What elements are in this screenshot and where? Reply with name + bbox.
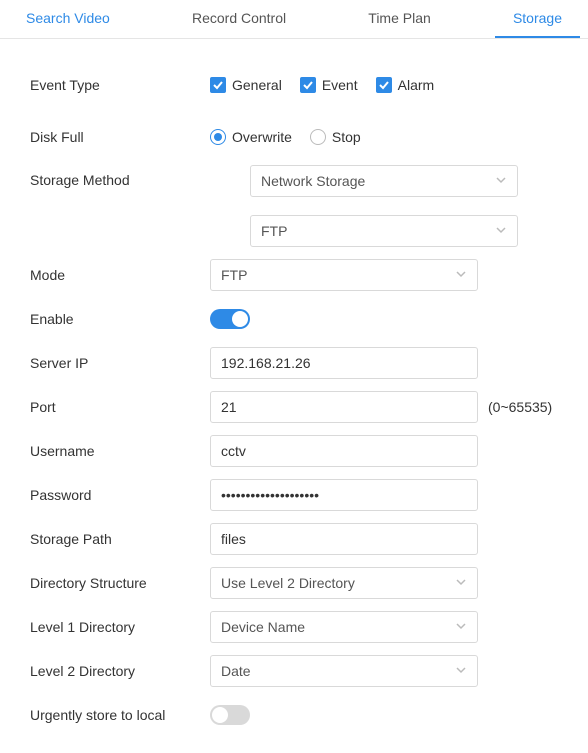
chevron-down-icon [455,619,467,635]
chevron-down-icon [455,663,467,679]
row-enable: Enable [30,303,558,335]
checkbox-label: Alarm [398,77,435,93]
select-value: FTP [261,223,287,239]
toggle-knob [212,707,228,723]
chevron-down-icon [455,575,467,591]
chevron-down-icon [495,173,507,189]
tab-storage[interactable]: Storage [495,0,580,38]
select-value: Date [221,663,251,679]
radio-icon [210,129,226,145]
select-level1-directory[interactable]: Device Name [210,611,478,643]
row-urgent-store: Urgently store to local [30,699,558,731]
select-directory-structure[interactable]: Use Level 2 Directory [210,567,478,599]
row-level1-directory: Level 1 Directory Device Name [30,611,558,643]
tabs-bar: Search Video Record Control Time Plan St… [0,0,588,39]
row-storage-method: Storage Method Network Storage FTP [30,165,558,247]
label-server-ip: Server IP [30,355,210,371]
tab-spacer [449,0,495,38]
select-storage-method-primary[interactable]: Network Storage [250,165,518,197]
input-wrap [210,391,478,423]
radio-icon [310,129,326,145]
label-level1-directory: Level 1 Directory [30,619,210,635]
label-enable: Enable [30,311,210,327]
checkbox-label: General [232,77,282,93]
select-value: Network Storage [261,173,365,189]
label-event-type: Event Type [30,77,210,93]
check-icon [210,77,226,93]
input-wrap [210,347,478,379]
input-username[interactable] [221,443,467,459]
select-storage-method-secondary[interactable]: FTP [250,215,518,247]
label-directory-structure: Directory Structure [30,575,210,591]
select-value: Device Name [221,619,305,635]
input-password[interactable] [221,487,467,503]
row-storage-path: Storage Path [30,523,558,555]
chevron-down-icon [495,223,507,239]
row-port: Port (0~65535) [30,391,558,423]
tab-time-plan[interactable]: Time Plan [350,0,449,38]
row-server-ip: Server IP [30,347,558,379]
input-port[interactable] [221,399,467,415]
radio-label: Overwrite [232,129,292,145]
radio-label: Stop [332,129,361,145]
storage-panel: Event Type General Event Alarm [0,39,588,753]
input-server-ip[interactable] [221,355,467,371]
checkbox-alarm[interactable]: Alarm [376,77,435,93]
input-storage-path[interactable] [221,531,467,547]
input-wrap [210,435,478,467]
toggle-enable[interactable] [210,309,250,329]
checkbox-event[interactable]: Event [300,77,358,93]
label-disk-full: Disk Full [30,129,210,145]
radio-stop[interactable]: Stop [310,129,361,145]
radio-overwrite[interactable]: Overwrite [210,129,292,145]
checkbox-label: Event [322,77,358,93]
select-value: FTP [221,267,247,283]
row-disk-full: Disk Full Overwrite Stop [30,121,558,153]
tab-search-video[interactable]: Search Video [8,0,128,38]
row-directory-structure: Directory Structure Use Level 2 Director… [30,567,558,599]
tab-record-control[interactable]: Record Control [174,0,304,38]
tab-spacer [304,0,350,38]
check-icon [300,77,316,93]
input-wrap [210,479,478,511]
checkbox-general[interactable]: General [210,77,282,93]
label-urgent-store: Urgently store to local [30,707,210,723]
check-icon [376,77,392,93]
label-port: Port [30,399,210,415]
port-hint: (0~65535) [488,399,552,415]
select-mode[interactable]: FTP [210,259,478,291]
tab-spacer [128,0,174,38]
label-password: Password [30,487,210,503]
toggle-knob [232,311,248,327]
select-level2-directory[interactable]: Date [210,655,478,687]
label-level2-directory: Level 2 Directory [30,663,210,679]
row-level2-directory: Level 2 Directory Date [30,655,558,687]
row-event-type: Event Type General Event Alarm [30,69,558,101]
row-password: Password [30,479,558,511]
label-mode: Mode [30,267,210,283]
row-username: Username [30,435,558,467]
select-value: Use Level 2 Directory [221,575,355,591]
label-username: Username [30,443,210,459]
toggle-urgent-store[interactable] [210,705,250,725]
input-wrap [210,523,478,555]
row-mode: Mode FTP [30,259,558,291]
label-storage-method: Storage Method [30,165,210,188]
label-storage-path: Storage Path [30,531,210,547]
chevron-down-icon [455,267,467,283]
